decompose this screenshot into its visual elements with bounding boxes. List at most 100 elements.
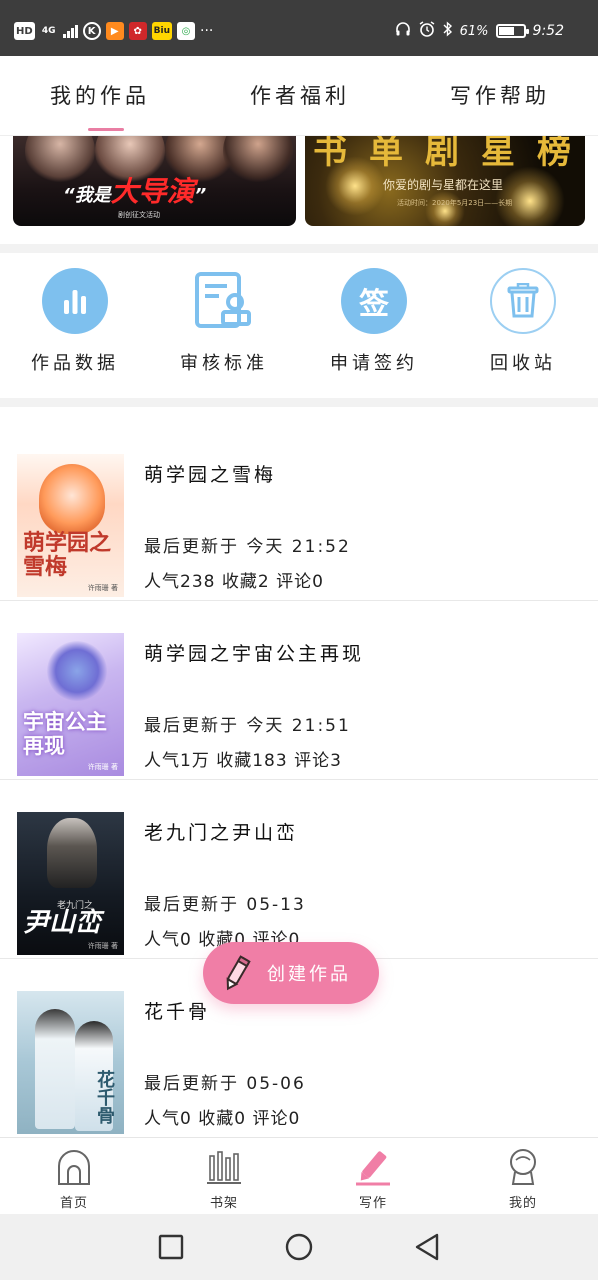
status-right-icons: 61% 9:52 bbox=[395, 20, 564, 42]
cover-title: 花千骨 bbox=[94, 1070, 115, 1124]
cover-illustration bbox=[39, 464, 105, 534]
action-apply-sign[interactable]: 签 申请签约 bbox=[314, 267, 434, 375]
bluetooth-icon bbox=[443, 21, 453, 41]
works-list: 萌学园之雪梅 许雨珊 著 萌学园之雪梅 最后更新于 今天 21:52 人气238… bbox=[0, 407, 598, 1138]
work-last-updated: 最后更新于 05-13 bbox=[144, 895, 306, 915]
work-item[interactable]: 萌学园之雪梅 许雨珊 著 萌学园之雪梅 最后更新于 今天 21:52 人气238… bbox=[0, 422, 598, 601]
banner-date: 活动时间：2020年5月23日——长期 bbox=[397, 199, 513, 207]
battery-icon bbox=[495, 24, 529, 38]
home-system-button[interactable] bbox=[284, 1232, 314, 1262]
work-last-updated: 最后更新于 今天 21:51 bbox=[144, 716, 351, 736]
recent-apps-button[interactable] bbox=[156, 1232, 186, 1262]
cover-title: 尹山峦 bbox=[23, 908, 102, 938]
status-bar: HD 4G K ▶ ✿ Biu ◎ ··· 61% 9:52 bbox=[0, 0, 598, 56]
cover-illustration bbox=[47, 641, 107, 701]
section-divider bbox=[0, 244, 598, 253]
quick-actions: 作品数据 审核标准 签 申请签约 回收站 bbox=[0, 253, 598, 398]
pencil-icon bbox=[226, 955, 251, 991]
cover-title: 萌学园之雪梅 bbox=[23, 530, 112, 580]
create-work-button[interactable]: 创建作品 bbox=[203, 942, 379, 1004]
create-work-label: 创建作品 bbox=[267, 964, 351, 985]
bookshelf-icon bbox=[204, 1146, 244, 1186]
alarm-icon bbox=[418, 20, 436, 42]
action-label: 审核标准 bbox=[180, 353, 268, 374]
pencil-icon bbox=[353, 1146, 393, 1186]
cover-author: 许雨珊 著 bbox=[87, 584, 118, 592]
work-title[interactable]: 花千骨 bbox=[144, 997, 210, 1024]
banner-director-contest[interactable]: “我是大导演” 剧创征文活动 bbox=[13, 136, 296, 226]
work-title[interactable]: 萌学园之雪梅 bbox=[144, 460, 276, 487]
action-review-standard[interactable]: 审核标准 bbox=[164, 267, 284, 375]
banner-close-quote: ” bbox=[194, 185, 207, 206]
sign-contract-icon: 签 bbox=[340, 267, 408, 335]
nav-label: 首页 bbox=[59, 1196, 88, 1211]
k-app-icon: K bbox=[82, 22, 101, 40]
app-red-icon: ✿ bbox=[128, 22, 147, 40]
action-label: 申请签约 bbox=[330, 353, 418, 374]
review-document-icon bbox=[190, 267, 258, 335]
book-cover[interactable]: 老九门之 尹山峦 许雨珊 著 bbox=[17, 812, 124, 955]
bottom-navigation: 首页 书架 写作 我的 bbox=[0, 1137, 598, 1214]
work-stats: 人气238 收藏2 评论0 bbox=[144, 572, 324, 592]
nav-profile[interactable]: 我的 bbox=[473, 1146, 573, 1211]
biu-app-icon: Biu bbox=[151, 22, 173, 40]
nav-label: 写作 bbox=[358, 1196, 387, 1211]
book-cover[interactable]: 花千骨 bbox=[17, 991, 124, 1134]
work-title[interactable]: 老九门之尹山峦 bbox=[144, 818, 298, 845]
cover-illustration bbox=[47, 818, 97, 888]
banner-big-text: 大导演 bbox=[110, 175, 195, 208]
active-tab-indicator bbox=[88, 128, 124, 131]
tab-writing-help[interactable]: 写作帮助 bbox=[450, 80, 550, 110]
app-green-icon: ◎ bbox=[177, 22, 196, 40]
more-notifications-icon: ··· bbox=[200, 23, 214, 39]
battery-level bbox=[498, 27, 514, 35]
back-system-button[interactable] bbox=[412, 1232, 442, 1262]
banner-carousel: “我是大导演” 剧创征文活动 书单剧星榜 你爱的剧与星都在这里 活动时间：202… bbox=[0, 136, 598, 244]
work-item[interactable]: 老九门之 尹山峦 许雨珊 著 老九门之尹山峦 最后更新于 05-13 人气0 收… bbox=[0, 780, 598, 959]
signal-icon bbox=[62, 24, 78, 38]
headphone-icon bbox=[395, 21, 411, 41]
work-item[interactable]: 宇宙公主再现 许雨珊 著 萌学园之宇宙公主再现 最后更新于 今天 21:51 人… bbox=[0, 601, 598, 780]
work-last-updated: 最后更新于 05-06 bbox=[144, 1074, 306, 1094]
action-label: 回收站 bbox=[490, 353, 556, 374]
banner-subtext: 剧创征文活动 bbox=[118, 211, 160, 219]
tab-author-benefits[interactable]: 作者福利 bbox=[250, 80, 350, 110]
cover-author: 许雨珊 著 bbox=[87, 942, 118, 950]
battery-percent: 61% bbox=[459, 23, 489, 39]
work-stats: 人气0 收藏0 评论0 bbox=[144, 1109, 301, 1129]
work-stats: 人气1万 收藏183 评论3 bbox=[144, 751, 342, 771]
sign-icon-text: 签 bbox=[359, 287, 389, 322]
clock-time: 9:52 bbox=[532, 23, 564, 39]
tab-my-works[interactable]: 我的作品 bbox=[50, 80, 150, 110]
nav-label: 书架 bbox=[209, 1196, 238, 1211]
square-icon bbox=[158, 1234, 184, 1260]
nav-bookshelf[interactable]: 书架 bbox=[174, 1146, 274, 1211]
banner-quote-text: “我是 bbox=[63, 185, 111, 206]
home-icon bbox=[54, 1146, 94, 1186]
action-recycle-bin[interactable]: 回收站 bbox=[463, 267, 583, 375]
cover-author: 许雨珊 著 bbox=[87, 763, 118, 771]
nav-write[interactable]: 写作 bbox=[323, 1146, 423, 1211]
banner-person-image bbox=[223, 136, 293, 186]
hd-icon: HD bbox=[14, 22, 35, 40]
book-cover[interactable]: 萌学园之雪梅 许雨珊 著 bbox=[17, 454, 124, 597]
action-works-data[interactable]: 作品数据 bbox=[15, 267, 135, 375]
work-last-updated: 最后更新于 今天 21:52 bbox=[144, 537, 351, 557]
work-title[interactable]: 萌学园之宇宙公主再现 bbox=[144, 639, 364, 666]
banner-drama-star-ranking[interactable]: 书单剧星榜 你爱的剧与星都在这里 活动时间：2020年5月23日——长期 bbox=[305, 136, 585, 226]
action-label: 作品数据 bbox=[31, 353, 119, 374]
top-tabs: 我的作品 作者福利 写作帮助 bbox=[0, 56, 598, 136]
firework-decoration bbox=[425, 191, 465, 226]
system-navigation-bar bbox=[0, 1214, 598, 1280]
triangle-back-icon bbox=[415, 1233, 439, 1261]
trash-icon bbox=[489, 267, 557, 335]
cover-illustration bbox=[35, 1009, 75, 1129]
section-divider bbox=[0, 398, 598, 407]
cover-title: 宇宙公主再现 bbox=[23, 709, 107, 758]
nav-home[interactable]: 首页 bbox=[24, 1146, 124, 1211]
nav-label: 我的 bbox=[508, 1196, 537, 1211]
book-cover[interactable]: 宇宙公主再现 许雨珊 著 bbox=[17, 633, 124, 776]
profile-icon bbox=[503, 1146, 543, 1186]
network-4g-icon: 4G bbox=[41, 25, 56, 36]
banner-tagline: 你爱的剧与星都在这里 bbox=[383, 178, 504, 192]
